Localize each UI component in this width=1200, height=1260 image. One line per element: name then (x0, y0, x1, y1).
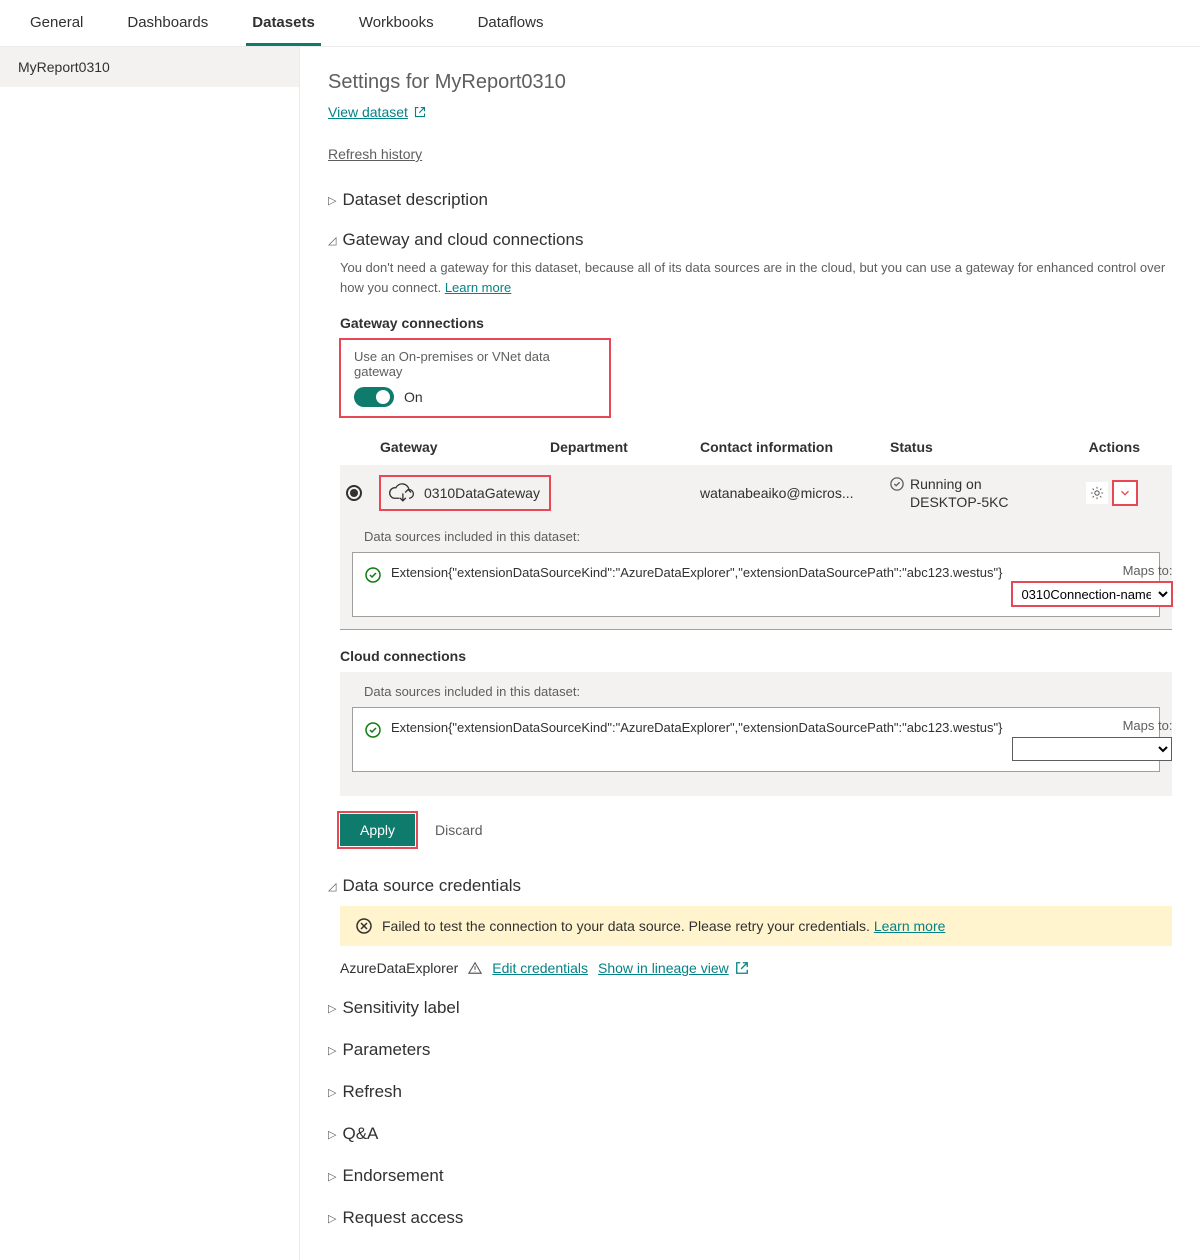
toggle-state: On (404, 389, 423, 405)
credentials-warning: Failed to test the connection to your da… (340, 906, 1172, 946)
chevron-down-icon (1118, 486, 1132, 500)
sidebar-item-myreport[interactable]: MyReport0310 (0, 47, 299, 87)
section-description-label: Dataset description (342, 190, 488, 210)
warning-text: Failed to test the connection to your da… (382, 918, 870, 934)
section-gateway[interactable]: ◿ Gateway and cloud connections (328, 230, 1172, 250)
section-endorsement[interactable]: ▷ Endorsement (328, 1166, 1172, 1186)
gateway-row: 0310DataGateway watanabeaiko@micros... R… (340, 465, 1172, 521)
cloud-ds-included-label: Data sources included in this dataset: (364, 684, 1172, 699)
section-sensitivity-label: Sensitivity label (342, 998, 459, 1018)
gateway-status: Running on DESKTOP-5KC (910, 475, 1050, 511)
gateway-toggle[interactable] (354, 387, 394, 407)
section-request-access[interactable]: ▷ Request access (328, 1208, 1172, 1228)
datasource-box: Extension{"extensionDataSourceKind":"Azu… (352, 552, 1160, 617)
section-parameters[interactable]: ▷ Parameters (328, 1040, 1172, 1060)
ds-included-label: Data sources included in this dataset: (364, 529, 1172, 544)
triangle-right-icon: ▷ (328, 1128, 336, 1141)
gear-icon (1090, 486, 1104, 500)
maps-to-label: Maps to: (1123, 563, 1173, 578)
cloud-datasource-box: Extension{"extensionDataSourceKind":"Azu… (352, 707, 1160, 772)
external-link-icon (735, 961, 749, 975)
tab-datasets[interactable]: Datasets (246, 14, 321, 46)
section-description[interactable]: ▷ Dataset description (328, 190, 1172, 210)
datasource-text: Extension{"extensionDataSourceKind":"Azu… (391, 563, 1002, 583)
section-credentials-label: Data source credentials (342, 876, 521, 896)
tab-general[interactable]: General (24, 14, 89, 46)
triangle-right-icon: ▷ (328, 1086, 336, 1099)
section-qna[interactable]: ▷ Q&A (328, 1124, 1172, 1144)
section-refresh-label: Refresh (342, 1082, 402, 1102)
cloud-maps-to-label: Maps to: (1123, 718, 1173, 733)
gateway-connections-heading: Gateway connections (340, 315, 1172, 331)
apply-button[interactable]: Apply (340, 814, 415, 846)
page-title: Settings for MyReport0310 (328, 71, 1172, 94)
warning-learn-more-link[interactable]: Learn more (874, 918, 946, 934)
cloud-gateway-icon (388, 482, 416, 504)
edit-credentials-link[interactable]: Edit credentials (492, 960, 588, 976)
cloud-maps-to-select[interactable] (1012, 737, 1172, 761)
gateway-name-cell[interactable]: 0310DataGateway (380, 476, 550, 510)
triangle-right-icon: ▷ (328, 1044, 336, 1057)
col-actions: Actions (1050, 439, 1140, 455)
warning-triangle-icon (468, 961, 482, 975)
section-sensitivity[interactable]: ▷ Sensitivity label (328, 998, 1172, 1018)
gateway-settings-button[interactable] (1086, 482, 1108, 504)
section-gateway-label: Gateway and cloud connections (342, 230, 583, 250)
triangle-right-icon: ▷ (328, 194, 336, 207)
check-circle-icon (365, 722, 381, 738)
col-department: Department (550, 439, 700, 455)
sidebar: MyReport0310 (0, 47, 300, 1260)
triangle-down-icon: ◿ (328, 234, 336, 247)
triangle-right-icon: ▷ (328, 1212, 336, 1225)
show-lineage-link[interactable]: Show in lineage view (598, 960, 749, 976)
gateway-toggle-box: Use an On-premises or VNet data gateway … (340, 339, 610, 417)
section-credentials[interactable]: ◿ Data source credentials (328, 876, 1172, 896)
gateway-expand-button[interactable] (1114, 482, 1136, 504)
triangle-right-icon: ▷ (328, 1170, 336, 1183)
discard-button[interactable]: Discard (435, 822, 482, 838)
section-qna-label: Q&A (342, 1124, 378, 1144)
col-status: Status (890, 439, 1050, 455)
learn-more-link[interactable]: Learn more (445, 280, 511, 295)
error-icon (356, 918, 372, 934)
view-dataset-label: View dataset (328, 104, 408, 120)
status-check-icon (890, 477, 904, 491)
view-dataset-link[interactable]: View dataset (328, 104, 426, 120)
main-content: Settings for MyReport0310 View dataset R… (300, 47, 1200, 1260)
toggle-label: Use an On-premises or VNet data gateway (354, 349, 596, 379)
credential-source-name: AzureDataExplorer (340, 960, 458, 976)
cloud-datasource-text: Extension{"extensionDataSourceKind":"Azu… (391, 718, 1002, 738)
gateway-contact: watanabeaiko@micros... (700, 485, 890, 501)
tabs-bar: General Dashboards Datasets Workbooks Da… (0, 0, 1200, 47)
gateway-radio[interactable] (346, 485, 362, 501)
section-parameters-label: Parameters (342, 1040, 430, 1060)
section-endorsement-label: Endorsement (342, 1166, 443, 1186)
check-circle-icon (365, 567, 381, 583)
refresh-history-link[interactable]: Refresh history (328, 146, 422, 162)
gateway-help-text: You don't need a gateway for this datase… (340, 258, 1172, 297)
triangle-down-icon: ◿ (328, 880, 336, 893)
gateway-name: 0310DataGateway (424, 485, 540, 501)
gateway-table: Gateway Department Contact information S… (340, 431, 1172, 630)
col-gateway: Gateway (380, 439, 550, 455)
section-refresh[interactable]: ▷ Refresh (328, 1082, 1172, 1102)
maps-to-select[interactable]: 0310Connection-name (1012, 582, 1172, 606)
section-request-access-label: Request access (342, 1208, 463, 1228)
tab-workbooks[interactable]: Workbooks (353, 14, 440, 46)
cloud-connections-heading: Cloud connections (340, 648, 1172, 664)
external-link-icon (414, 106, 426, 118)
triangle-right-icon: ▷ (328, 1002, 336, 1015)
credential-source-row: AzureDataExplorer Edit credentials Show … (340, 960, 1172, 976)
tab-dataflows[interactable]: Dataflows (472, 14, 550, 46)
tab-dashboards[interactable]: Dashboards (121, 14, 214, 46)
col-contact: Contact information (700, 439, 890, 455)
